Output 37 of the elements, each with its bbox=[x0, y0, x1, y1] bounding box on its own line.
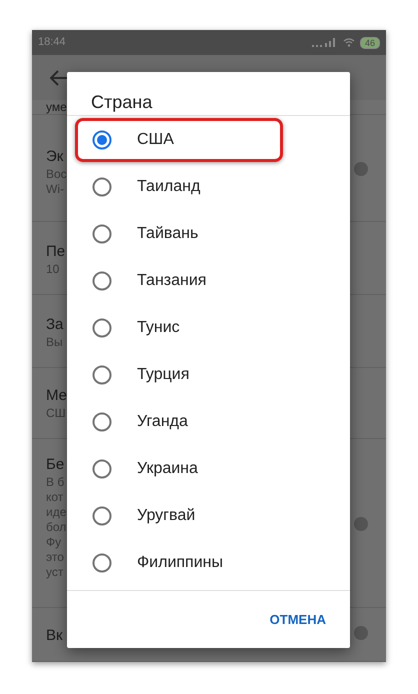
switch-knob[interactable] bbox=[354, 517, 368, 531]
setting-title: За bbox=[46, 315, 64, 335]
signal-icon bbox=[312, 38, 338, 47]
country-option[interactable]: Таиланд bbox=[67, 163, 350, 210]
radio-icon[interactable] bbox=[92, 412, 112, 432]
country-option[interactable]: Танзания bbox=[67, 257, 350, 304]
setting-title: уме bbox=[46, 100, 67, 114]
radio-icon[interactable] bbox=[92, 224, 112, 244]
setting-title: Ме bbox=[46, 386, 68, 406]
country-option[interactable]: Уганда bbox=[67, 398, 350, 445]
setting-title: Эк bbox=[46, 147, 64, 167]
radio-icon[interactable] bbox=[92, 364, 112, 384]
radio-icon[interactable] bbox=[92, 318, 112, 338]
radio-icon[interactable] bbox=[92, 458, 112, 478]
dialog-title: Страна bbox=[90, 91, 154, 114]
setting-title: Вк bbox=[46, 626, 63, 646]
radio-icon[interactable] bbox=[92, 270, 112, 290]
cancel-button[interactable]: ОТМЕНА bbox=[266, 604, 330, 636]
country-option[interactable]: Турция bbox=[67, 351, 350, 398]
battery-indicator: 46 bbox=[360, 36, 380, 48]
switch-knob[interactable] bbox=[354, 626, 368, 640]
wifi-icon bbox=[342, 38, 355, 47]
country-option[interactable]: США bbox=[67, 116, 350, 163]
status-time: 18:44 bbox=[38, 35, 66, 50]
country-option[interactable]: Тайвань bbox=[67, 210, 350, 257]
country-option[interactable]: Тунис bbox=[67, 304, 350, 351]
switch-knob[interactable] bbox=[354, 162, 368, 176]
radio-icon[interactable] bbox=[92, 552, 112, 572]
radio-selected-icon[interactable] bbox=[92, 130, 112, 150]
country-option[interactable]: Уругвай bbox=[67, 492, 350, 539]
country-option[interactable]: Украина bbox=[67, 445, 350, 492]
setting-title: Пе bbox=[46, 242, 66, 262]
radio-icon[interactable] bbox=[92, 506, 112, 526]
setting-title: Бе bbox=[46, 455, 64, 475]
radio-icon[interactable] bbox=[92, 176, 112, 196]
country-option[interactable]: Филиппины bbox=[67, 539, 350, 586]
back-arrow-icon[interactable] bbox=[50, 70, 70, 86]
